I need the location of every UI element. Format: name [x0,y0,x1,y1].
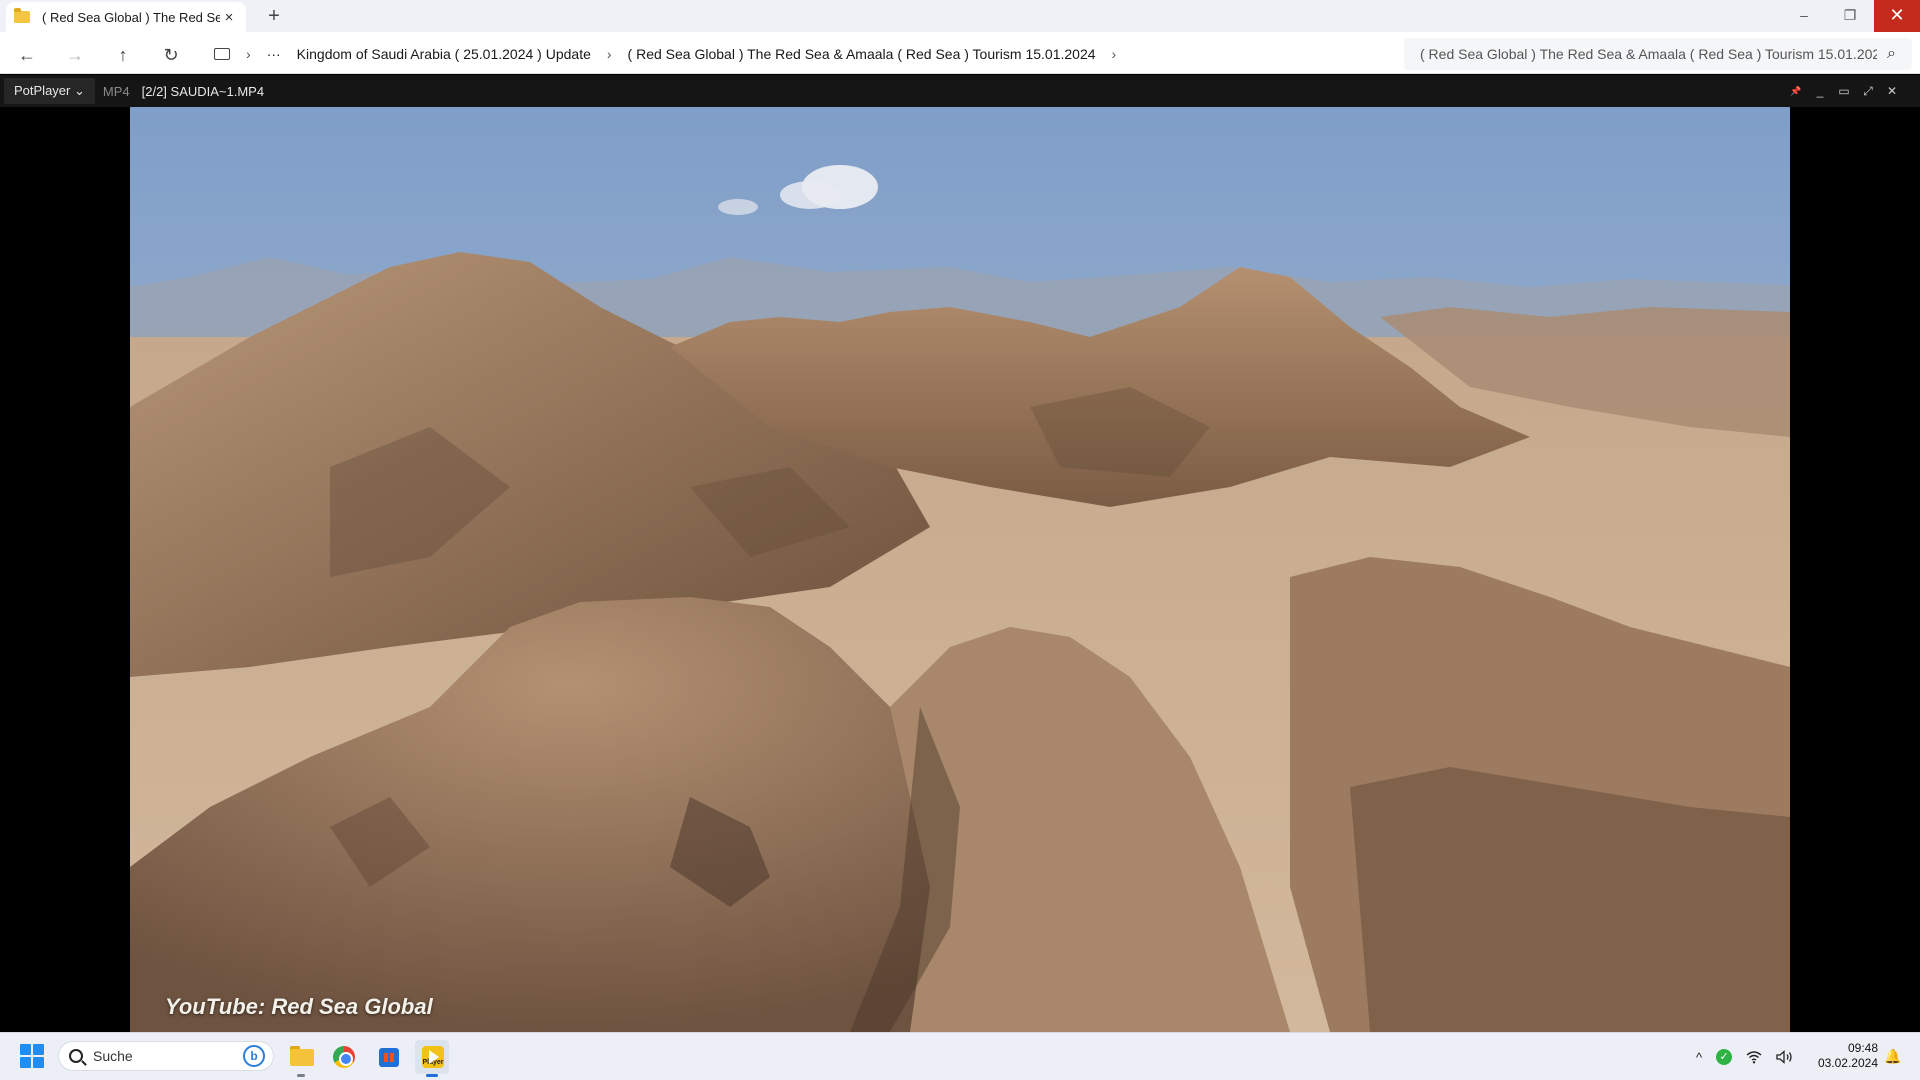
potplayer-taskbar-button[interactable]: Player [415,1040,449,1077]
security-shield-icon[interactable]: ✓ [1716,1049,1733,1065]
video-frame[interactable] [130,107,1790,1032]
taskbar-search-placeholder: Suche [93,1048,133,1064]
notification-bell-icon[interactable]: 🔔 [1884,1048,1901,1064]
file-format-label: MP4 [102,83,130,99]
video-image [130,107,1790,1032]
windows-logo-pane [33,1057,44,1068]
breadcrumb-item-saudi-update[interactable]: Kingdom of Saudi Arabia ( 25.01.2024 ) U… [297,46,591,62]
breadcrumb-more[interactable]: ··· [267,46,281,62]
folder-icon [14,8,30,23]
this-pc-icon[interactable] [214,48,230,60]
chrome-taskbar-button[interactable] [327,1040,361,1074]
show-hidden-icons-chevron[interactable]: ^ [1696,1050,1702,1065]
windows-logo-pane [33,1044,44,1055]
player-minimize-button[interactable]: _ [1814,84,1826,98]
new-tab-button[interactable]: + [262,4,286,28]
forward-button[interactable]: → [60,42,90,68]
wifi-icon[interactable] [1746,1050,1762,1064]
clock-date: 03.02.2024 [1817,1056,1878,1070]
breadcrumb-separator[interactable]: › [607,46,612,62]
running-indicator [297,1074,305,1077]
potplayer-icon: Player [422,1046,444,1068]
volume-icon[interactable] [1776,1050,1794,1064]
player-maximize-button[interactable]: ▭ [1838,84,1850,98]
system-tray: ^ ✓ [1696,1040,1794,1074]
tab-title: ( Red Sea Global ) The Red Sea [42,9,220,25]
clock-time: 09:48 [1847,1041,1878,1055]
search-icon [69,1049,83,1063]
search-text: ( Red Sea Global ) The Red Sea & Amaala … [1420,46,1878,62]
potplayer-menu-button[interactable]: PotPlayer ⌄ [4,78,95,104]
breadcrumb-separator[interactable]: › [1112,46,1117,62]
video-caption: YouTube: Red Sea Global [165,994,433,1019]
bing-icon[interactable]: b [243,1045,265,1067]
player-fullscreen-button[interactable]: ⤢ [1862,84,1874,99]
file-name-label: [2/2] SAUDIA~1.MP4 [141,83,265,99]
potplayer-window-controls: 📌 _ ▭ ⤢ ✕ [1790,75,1898,107]
player-close-button[interactable]: ✕ [1886,84,1898,98]
close-tab-icon[interactable]: × [220,9,238,26]
address-bar[interactable]: › ··· Kingdom of Saudi Arabia ( 25.01.20… [200,38,1400,70]
taskbar-search-box[interactable]: Suche b [58,1041,274,1071]
potplayer-title-bar: PotPlayer ⌄ MP4 [2/2] SAUDIA~1.MP4 [0,75,1920,107]
windows-logo-pane [20,1057,31,1068]
minimize-button[interactable]: – [1781,0,1827,32]
folder-icon [290,1049,314,1066]
chrome-icon [333,1046,355,1068]
explorer-tab[interactable]: ( Red Sea Global ) The Red Sea × [6,2,246,32]
start-button[interactable] [20,1044,44,1068]
up-button[interactable]: ↑ [108,42,138,68]
folder-search-field[interactable]: ( Red Sea Global ) The Red Sea & Amaala … [1404,38,1912,70]
breadcrumb-item-red-sea-global[interactable]: ( Red Sea Global ) The Red Sea & Amaala … [628,46,1096,62]
store-icon [379,1048,399,1067]
explorer-title-bar [0,0,1920,32]
maximize-button[interactable]: ❐ [1827,0,1873,32]
file-explorer-taskbar-button[interactable] [284,1040,318,1077]
microsoft-store-taskbar-button[interactable] [371,1040,405,1074]
windows-logo-pane [20,1044,31,1055]
breadcrumb-separator[interactable]: › [246,46,251,62]
close-window-button[interactable]: ✕ [1874,0,1920,32]
pin-icon[interactable]: 📌 [1790,86,1802,97]
refresh-button[interactable]: ↻ [156,42,186,68]
running-indicator [426,1074,438,1077]
back-button[interactable]: ← [12,42,42,68]
taskbar-clock[interactable]: 09:48 03.02.2024 [1808,1041,1878,1071]
search-icon[interactable]: ⌕ [1887,45,1896,63]
